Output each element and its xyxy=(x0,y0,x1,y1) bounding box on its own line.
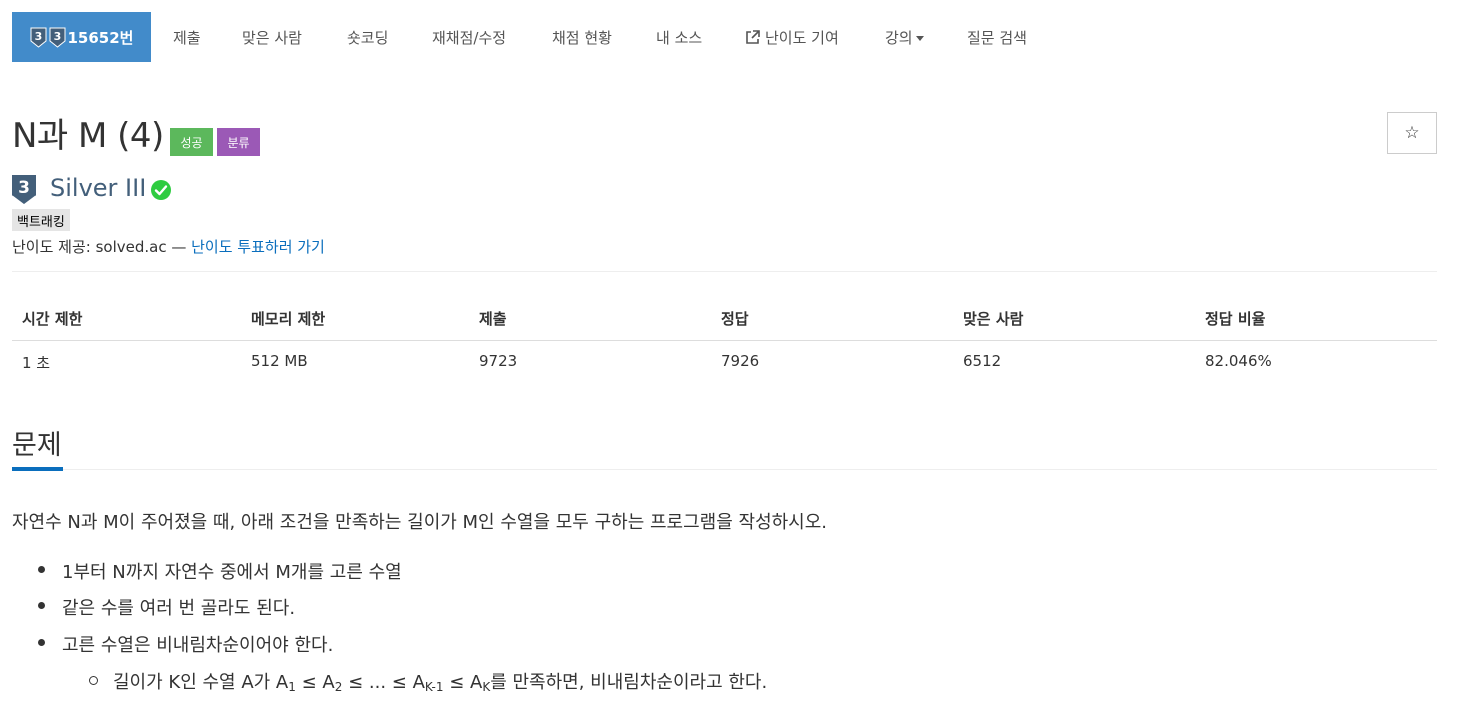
problem-nav: 3 3 15652번 제출 맞은 사람 숏코딩 재채점/수정 채점 현황 내 소… xyxy=(0,0,1457,74)
nav-rejudge[interactable]: 재채점/수정 xyxy=(432,12,506,62)
sub-bullet-circle xyxy=(89,676,98,685)
nav-my-source[interactable]: 내 소스 xyxy=(656,12,702,62)
favorite-star-button[interactable]: ☆ xyxy=(1387,112,1437,154)
value-time-limit: 1 초 xyxy=(22,354,51,372)
header-accepted: 정답 xyxy=(721,310,749,328)
nav-lecture-dropdown[interactable]: 강의 xyxy=(885,12,924,62)
value-accepted: 7926 xyxy=(721,352,760,370)
section-title: 문제 xyxy=(12,430,62,461)
nav-submit[interactable]: 제출 xyxy=(173,12,201,62)
silver-tier-icon: 3 xyxy=(30,27,46,48)
header-memory-limit: 메모리 제한 xyxy=(251,310,326,328)
caret-down-icon xyxy=(915,36,924,41)
divider xyxy=(12,271,1437,272)
condition-item: 1부터 N까지 자연수 중에서 M개를 고른 수열 xyxy=(62,562,402,583)
value-accuracy: 82.046% xyxy=(1205,352,1272,370)
problem-description: 자연수 N과 M이 주어졌을 때, 아래 조건을 만족하는 길이가 M인 수열을… xyxy=(12,512,828,533)
algorithm-tag[interactable]: 백트래킹 xyxy=(12,209,70,231)
svg-text:3: 3 xyxy=(34,30,42,43)
value-accepted-users: 6512 xyxy=(963,352,1002,370)
check-circle-icon xyxy=(151,180,171,200)
problem-number-label: 15652번 xyxy=(67,28,134,47)
nav-problem-number[interactable]: 3 3 15652번 xyxy=(12,12,151,62)
svg-text:3: 3 xyxy=(53,30,61,43)
tier-name: Silver III xyxy=(50,174,147,202)
condition-item: 같은 수를 여러 번 골라도 된다. xyxy=(62,598,296,619)
difficulty-vote-link[interactable]: 난이도 투표하러 가기 xyxy=(191,238,325,256)
silver-tier-icon: 3 xyxy=(12,175,36,206)
header-submissions: 제출 xyxy=(479,310,507,328)
value-submissions: 9723 xyxy=(479,352,518,370)
header-accuracy: 정답 비율 xyxy=(1205,310,1266,328)
sub-condition-item: 길이가 K인 수열 A가 A1 ≤ A2 ≤ ... ≤ AK-1 ≤ AK를 … xyxy=(113,672,768,694)
nav-lecture-label: 강의 xyxy=(885,28,913,47)
success-badge: 성공 xyxy=(170,128,213,156)
problem-title: N과 M (4) xyxy=(12,116,164,156)
star-icon: ☆ xyxy=(1404,123,1420,143)
nav-accepted-users[interactable]: 맞은 사람 xyxy=(242,12,302,62)
difficulty-prefix: 난이도 제공: solved.ac — xyxy=(12,238,192,256)
nav-short-coding[interactable]: 숏코딩 xyxy=(347,12,388,62)
bullet-dot xyxy=(38,639,45,646)
header-time-limit: 시간 제한 xyxy=(22,310,83,328)
nav-question-search[interactable]: 질문 검색 xyxy=(967,12,1027,62)
condition-item: 고른 수열은 비내림차순이어야 한다. xyxy=(62,635,334,656)
bullet-dot xyxy=(38,566,45,573)
section-divider xyxy=(12,469,1437,470)
category-badge[interactable]: 분류 xyxy=(217,128,260,156)
external-link-icon xyxy=(746,29,760,44)
tier-digit: 3 xyxy=(18,178,30,198)
silver-tier-icon: 3 xyxy=(49,27,65,48)
value-memory-limit: 512 MB xyxy=(251,352,308,370)
table-header-divider xyxy=(12,340,1437,341)
section-title-underline xyxy=(12,467,63,471)
difficulty-provider: 난이도 제공: solved.ac — 난이도 투표하러 가기 xyxy=(12,236,325,257)
nav-difficulty-label: 난이도 기여 xyxy=(765,28,839,47)
nav-status[interactable]: 채점 현황 xyxy=(552,12,612,62)
bullet-dot xyxy=(38,602,45,609)
header-accepted-users: 맞은 사람 xyxy=(963,310,1024,328)
nav-difficulty-contribution[interactable]: 난이도 기여 xyxy=(745,12,839,62)
